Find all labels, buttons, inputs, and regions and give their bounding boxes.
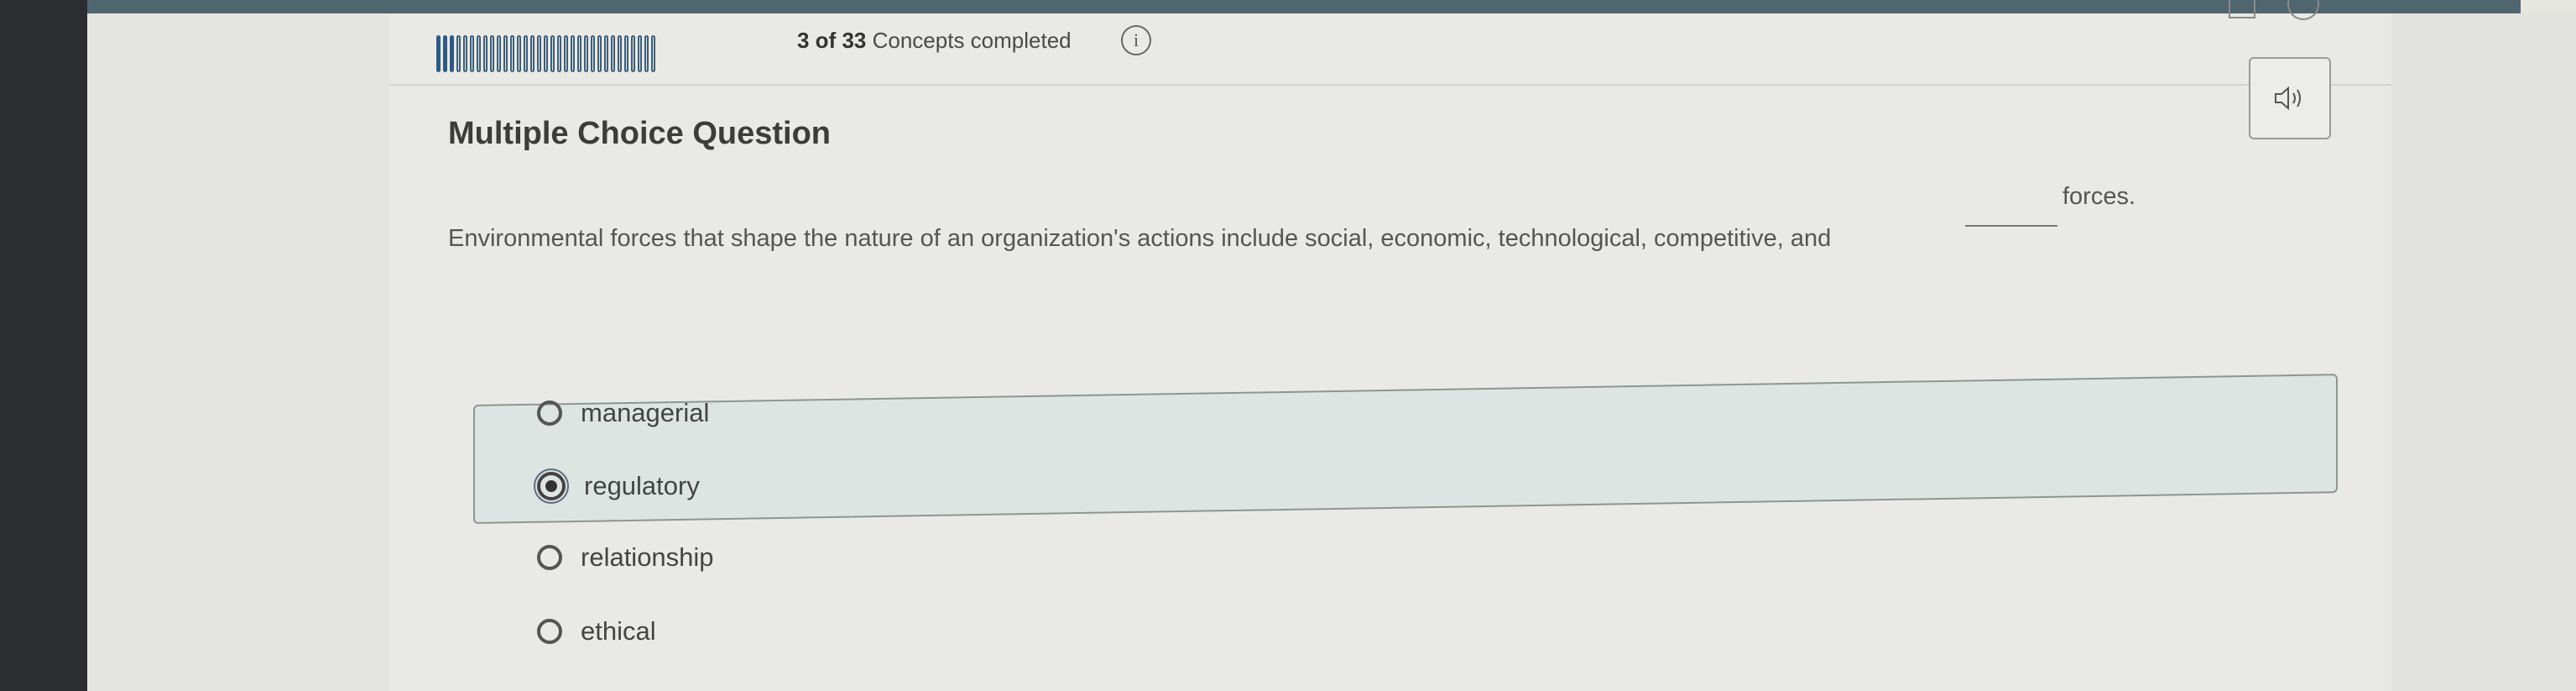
progress-segment	[584, 35, 588, 72]
option-label: regulatory	[584, 471, 700, 500]
progress-segment	[611, 35, 615, 72]
progress-segment	[470, 35, 474, 72]
radio-button[interactable]	[537, 545, 562, 570]
progress-segment	[577, 35, 581, 72]
progress-segment	[571, 35, 575, 72]
progress-segment	[490, 35, 494, 72]
progress-segment	[537, 35, 541, 72]
question-type-title: Multiple Choice Question	[448, 116, 832, 151]
option-regulatory[interactable]: regulatory	[534, 466, 700, 506]
progress-segment	[624, 35, 628, 72]
radio-button[interactable]	[537, 400, 562, 426]
option-managerial[interactable]: managerial	[537, 393, 709, 433]
read-aloud-button[interactable]	[2249, 57, 2331, 139]
progress-segment-done	[436, 35, 441, 72]
progress-segment	[477, 35, 481, 72]
progress-segment	[604, 35, 608, 72]
progress-bar	[436, 35, 655, 72]
option-label: relationship	[581, 542, 714, 572]
question-text: Environmental forces that shape the natu…	[448, 225, 1832, 252]
option-ethical[interactable]: ethical	[537, 611, 656, 652]
progress-segment	[557, 35, 561, 72]
progress-segment	[463, 35, 467, 72]
progress-segment	[644, 35, 649, 72]
progress-segment	[631, 35, 635, 72]
option-relationship[interactable]: relationship	[537, 537, 714, 578]
right-margin-panel	[2391, 13, 2576, 691]
progress-segment	[530, 35, 534, 72]
top-bar	[87, 0, 2521, 13]
progress-status: 3 of 33 Concepts completed	[797, 28, 1072, 54]
calculator-icon[interactable]	[2229, 0, 2255, 18]
answer-blank	[1965, 208, 2057, 227]
left-margin-panel	[87, 13, 389, 691]
option-label: managerial	[581, 398, 710, 427]
progress-suffix: Concepts completed	[872, 28, 1072, 53]
progress-segment	[597, 35, 602, 72]
radio-button[interactable]	[537, 619, 562, 644]
progress-count: 3 of 33	[797, 28, 867, 53]
progress-segment	[503, 35, 508, 72]
progress-segment	[638, 35, 642, 72]
progress-segment	[564, 35, 568, 72]
progress-segment-done	[443, 35, 447, 72]
progress-segment	[497, 35, 501, 72]
progress-segment	[456, 35, 461, 72]
speaker-icon	[2275, 86, 2301, 111]
progress-segment	[651, 35, 655, 72]
screen-bezel	[0, 0, 87, 691]
progress-segment	[517, 35, 521, 72]
header-divider	[389, 84, 2391, 86]
question-stem: Environmental forces that shape the natu…	[448, 183, 2135, 259]
progress-segment	[550, 35, 555, 72]
progress-segment	[524, 35, 528, 72]
progress-segment	[544, 35, 548, 72]
question-text-after-blank: forces.	[2062, 183, 2136, 210]
info-icon[interactable]: i	[1121, 25, 1151, 55]
progress-segment	[510, 35, 514, 72]
radio-button-selected[interactable]	[534, 469, 569, 504]
option-label: ethical	[581, 616, 656, 646]
progress-segment	[591, 35, 595, 72]
progress-segment-done	[450, 35, 454, 72]
progress-segment	[483, 35, 488, 72]
progress-segment	[618, 35, 622, 72]
